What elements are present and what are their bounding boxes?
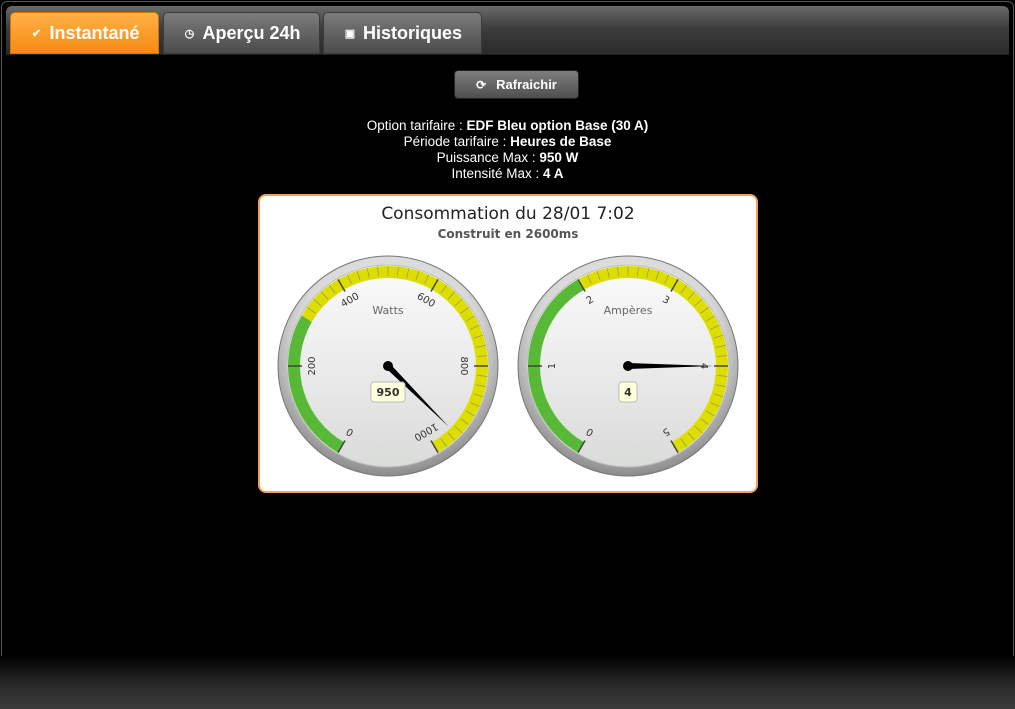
gauge-name: Watts bbox=[372, 304, 404, 317]
gauge-tick-label: 800 bbox=[458, 356, 469, 375]
tab-apercu-24h[interactable]: ◷ Aperçu 24h bbox=[163, 12, 320, 54]
puissance-label: Puissance Max : bbox=[436, 150, 540, 165]
clock-icon: ◷ bbox=[184, 27, 195, 40]
tab-historiques[interactable]: ▣ Historiques bbox=[323, 12, 482, 54]
tab-instantane[interactable]: ✔ Instantané bbox=[10, 12, 159, 54]
gauge-value-label: 950 bbox=[377, 386, 400, 399]
check-icon: ✔ bbox=[31, 27, 42, 40]
gauge-name: Ampères bbox=[604, 304, 653, 317]
gauges-svg: 02004006008001000Watts950012345Ampères4 bbox=[277, 255, 739, 477]
option-label: Option tarifaire : bbox=[366, 118, 467, 133]
info-periode: Période tarifaire : Heures de Base bbox=[0, 134, 1015, 150]
option-value: EDF Bleu option Base (30 A) bbox=[466, 118, 649, 133]
tab-label: Aperçu 24h bbox=[202, 22, 301, 43]
gauge-tick-label: 1 bbox=[547, 363, 558, 369]
tab-bar: ✔ Instantané ◷ Aperçu 24h ▣ Historiques bbox=[6, 6, 1009, 55]
info-option: Option tarifaire : EDF Bleu option Base … bbox=[0, 118, 1015, 134]
puissance-value: 950 W bbox=[539, 150, 579, 165]
chart-panel: Consommation du 28/01 7:02 Construit en … bbox=[258, 194, 758, 493]
refresh-icon: ⟳ bbox=[476, 77, 487, 92]
tab-label: Historiques bbox=[362, 22, 463, 43]
info-puissance: Puissance Max : 950 W bbox=[0, 150, 1015, 166]
bottom-bar bbox=[0, 656, 1015, 709]
gauge-value-label: 4 bbox=[624, 386, 632, 399]
periode-value: Heures de Base bbox=[510, 134, 612, 149]
intensite-value: 4 A bbox=[543, 166, 564, 181]
tariff-info: Option tarifaire : EDF Bleu option Base … bbox=[0, 118, 1015, 182]
gauge-needle-pivot bbox=[623, 361, 633, 371]
refresh-button[interactable]: ⟳ Rafraichir bbox=[454, 70, 579, 99]
tab-label: Instantané bbox=[49, 22, 140, 43]
periode-label: Période tarifaire : bbox=[403, 134, 511, 149]
gauge-tick-label: 200 bbox=[307, 356, 318, 375]
intensite-label: Intensité Max : bbox=[451, 166, 544, 181]
refresh-label: Rafraichir bbox=[496, 77, 557, 92]
gauge-needle-pivot bbox=[383, 361, 393, 371]
calendar-icon: ▣ bbox=[344, 27, 356, 40]
info-intensite: Intensité Max : 4 A bbox=[0, 166, 1015, 182]
